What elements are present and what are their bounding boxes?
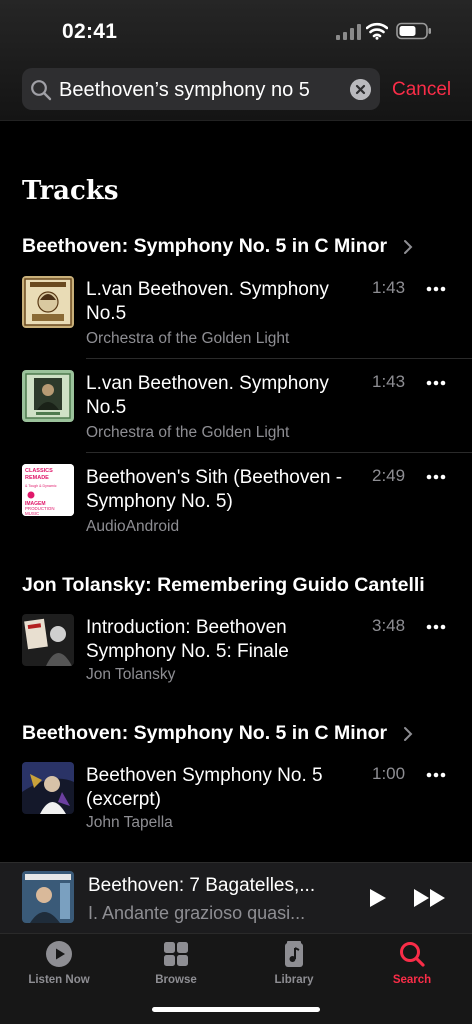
svg-text:REMADE: REMADE (25, 475, 49, 481)
search-icon (31, 80, 52, 101)
section-heading[interactable]: Jon Tolansky: Remembering Guido Cantelli (22, 574, 425, 597)
album-art (22, 614, 74, 666)
play-circle-icon (46, 941, 72, 967)
track-row[interactable]: L.van Beethoven. Symphony No.5 Orchestra… (0, 370, 472, 465)
track-row[interactable]: CLASSICS REMADE & Tough & Dynamic IMAGEM… (0, 464, 472, 559)
track-artist: Jon Tolansky (86, 666, 176, 683)
divider (86, 358, 472, 359)
track-title: Beethoven Symphony No. 5 (excerpt) (86, 765, 323, 810)
tab-label: Library (274, 974, 314, 986)
home-indicator[interactable] (152, 1007, 320, 1012)
now-playing-subtitle: I. Andante grazioso quasi... (88, 903, 306, 923)
battery-icon (396, 22, 431, 40)
mini-player[interactable]: Beethoven: 7 Bagatelles,... I. Andante g… (0, 862, 472, 933)
status-bar: 02:41 (0, 0, 472, 60)
tracks-section-title: Tracks (22, 176, 119, 206)
tab-search[interactable]: Search (367, 940, 457, 992)
clear-search-icon[interactable] (350, 79, 371, 100)
cancel-button[interactable]: Cancel (392, 79, 451, 101)
track-duration: 1:00 (372, 764, 406, 783)
track-row[interactable]: Introduction: Beethoven Symphony No. 5: … (0, 614, 472, 709)
track-title: Introduction: Beethoven Symphony No. 5: … (86, 617, 289, 662)
track-duration: 1:43 (372, 278, 406, 297)
play-icon[interactable] (366, 887, 388, 909)
music-library-icon (285, 941, 303, 967)
album-art (22, 762, 74, 814)
track-title: L.van Beethoven. Symphony No.5 (86, 373, 329, 418)
tab-browse[interactable]: Browse (131, 940, 221, 992)
track-duration: 1:43 (372, 372, 406, 391)
status-time: 02:41 (62, 20, 118, 43)
track-title: L.van Beethoven. Symphony No.5 (86, 279, 329, 324)
tab-label: Browse (155, 974, 197, 986)
more-options-icon[interactable] (425, 766, 447, 784)
tab-listen-now[interactable]: Listen Now (14, 940, 104, 992)
fast-forward-icon[interactable] (412, 887, 448, 909)
search-icon (400, 942, 425, 967)
now-playing-art (22, 871, 74, 923)
search-field[interactable]: Beethoven’s symphony no 5 (22, 68, 380, 110)
track-title: Beethoven's Sith (Beethoven - Symphony N… (86, 467, 343, 512)
tab-label: Listen Now (28, 974, 90, 986)
svg-text:CLASSICS: CLASSICS (25, 468, 53, 474)
svg-text:& Tough & Dynamic: & Tough & Dynamic (25, 484, 57, 488)
track-artist: Orchestra of the Golden Light (86, 424, 290, 441)
album-art (22, 276, 74, 328)
track-duration: 2:49 (372, 466, 406, 485)
track-row[interactable]: L.van Beethoven. Symphony No.5 Orchestra… (0, 276, 472, 371)
search-row: Beethoven’s symphony no 5 Cancel (0, 66, 472, 114)
track-artist: Orchestra of the Golden Light (86, 330, 290, 347)
section-heading[interactable]: Beethoven: Symphony No. 5 in C Minor (22, 722, 387, 745)
chevron-right-icon[interactable] (403, 726, 413, 742)
divider (86, 452, 472, 453)
more-options-icon[interactable] (425, 618, 447, 636)
album-art: CLASSICS REMADE & Tough & Dynamic IMAGEM… (22, 464, 74, 516)
more-options-icon[interactable] (425, 468, 447, 486)
now-playing-title: Beethoven: 7 Bagatelles,... (88, 875, 316, 896)
tab-library[interactable]: Library (249, 940, 339, 992)
track-artist: John Tapella (86, 814, 173, 831)
track-duration: 3:48 (372, 616, 406, 635)
chevron-right-icon[interactable] (403, 239, 413, 255)
more-options-icon[interactable] (425, 374, 447, 392)
cellular-signal-icon (336, 24, 361, 40)
more-options-icon[interactable] (425, 280, 447, 298)
track-row[interactable]: Beethoven Symphony No. 5 (excerpt) John … (0, 762, 472, 857)
svg-text:MUSIC: MUSIC (25, 511, 39, 516)
grid-icon (164, 942, 188, 966)
track-artist: AudioAndroid (86, 518, 180, 535)
top-bar: 02:41 Beethoven’s symphony no 5 Cancel (0, 0, 472, 121)
tab-label: Search (392, 974, 432, 986)
album-art (22, 370, 74, 422)
search-input[interactable]: Beethoven’s symphony no 5 (59, 79, 310, 102)
section-heading[interactable]: Beethoven: Symphony No. 5 in C Minor (22, 235, 387, 258)
wifi-icon (366, 22, 388, 40)
